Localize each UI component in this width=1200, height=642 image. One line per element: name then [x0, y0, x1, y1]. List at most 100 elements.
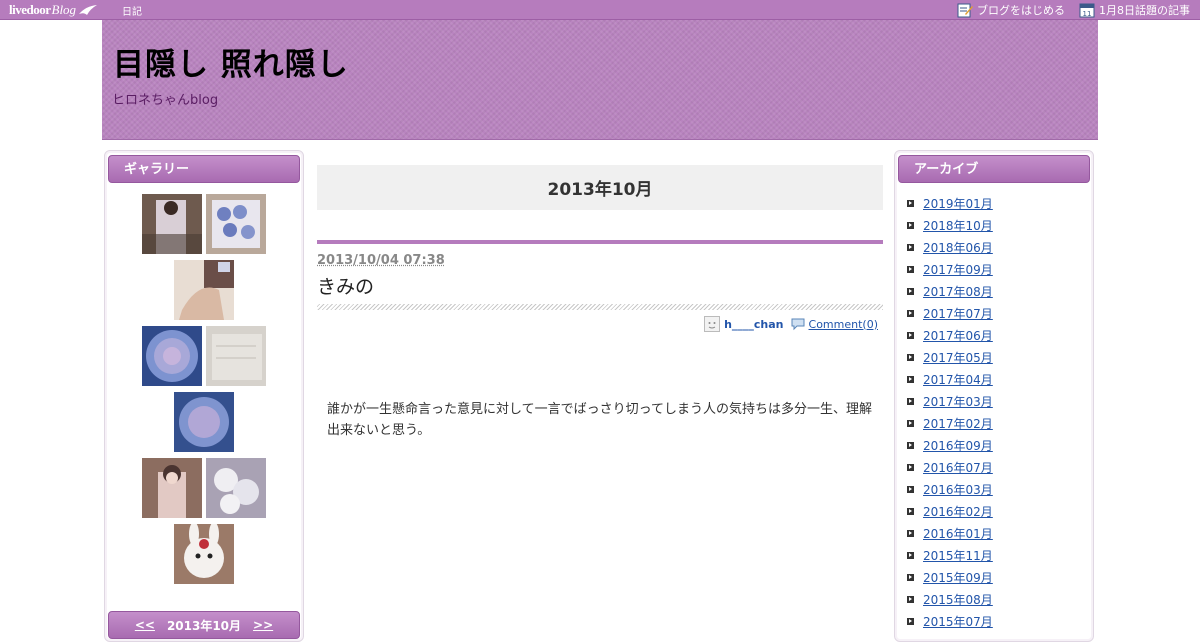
bullet-icon: [907, 397, 914, 405]
bullet-icon: [907, 529, 914, 537]
author-avatar-icon: [704, 316, 721, 332]
gallery-row: [172, 260, 236, 320]
gallery-row: [140, 194, 268, 254]
archive-item: 2015年09月: [907, 566, 993, 588]
bullet-icon: [907, 199, 914, 207]
bullet-icon: [907, 353, 914, 361]
gallery-thumbnail[interactable]: [206, 194, 266, 254]
gallery-thumbnail[interactable]: [206, 326, 266, 386]
bullet-icon: [907, 419, 914, 427]
month-heading: 2013年10月: [317, 165, 883, 210]
bullet-icon: [907, 595, 914, 603]
bullet-icon: [907, 441, 914, 449]
archive-item: 2017年05月: [907, 346, 993, 368]
gallery-row: [140, 326, 268, 386]
archive-item: 2017年07月: [907, 302, 993, 324]
bullet-icon: [907, 573, 914, 581]
gallery-row: [140, 458, 268, 518]
bullet-icon: [907, 309, 914, 317]
archive-link[interactable]: 2016年01月: [923, 525, 993, 542]
archive-link[interactable]: 2017年06月: [923, 327, 993, 344]
gallery-thumbnail[interactable]: [142, 326, 202, 386]
svg-text:11: 11: [1083, 10, 1092, 18]
livedoor-blog-logo[interactable]: livedoor Blog: [9, 1, 98, 18]
bullet-icon: [907, 463, 914, 471]
trending-articles-label: 1月8日話題の記事: [1099, 4, 1190, 17]
edit-icon: [957, 3, 973, 18]
archive-item: 2016年02月: [907, 500, 993, 522]
post-title[interactable]: きみの: [317, 272, 374, 299]
blog-header: 目隠し 照れ隠し ヒロネちゃんblog: [102, 20, 1098, 140]
comments-link[interactable]: Comment(0): [809, 318, 878, 331]
gallery-row: [172, 524, 236, 584]
archive-item: 2017年03月: [907, 390, 993, 412]
archive-link[interactable]: 2017年07月: [923, 305, 993, 322]
trending-articles-link[interactable]: 11 1月8日話題の記事: [1079, 2, 1190, 18]
archive-item: 2019年01月: [907, 192, 993, 214]
archive-link[interactable]: 2015年11月: [923, 547, 993, 564]
gallery-row: [172, 392, 236, 452]
start-blog-link[interactable]: ブログをはじめる: [957, 2, 1065, 18]
archive-link[interactable]: 2015年09月: [923, 569, 993, 586]
bird-icon: [79, 4, 98, 15]
archive-link[interactable]: 2017年05月: [923, 349, 993, 366]
archive-heading: アーカイブ: [898, 155, 1090, 183]
post-date-link[interactable]: 2013/10/04 07:38: [317, 253, 445, 268]
archive-link[interactable]: 2018年06月: [923, 239, 993, 256]
top-navigation-bar: livedoor Blog 日記 ブログをはじめる 11 1月8日話題の記事: [0, 0, 1200, 20]
archive-link[interactable]: 2017年08月: [923, 283, 993, 300]
gallery: [105, 194, 303, 590]
archive-item: 2017年02月: [907, 412, 993, 434]
post-divider: [317, 240, 883, 244]
post-title-separator: [317, 304, 883, 310]
archive-link[interactable]: 2017年02月: [923, 415, 993, 432]
bullet-icon: [907, 265, 914, 273]
archive-link[interactable]: 2016年03月: [923, 481, 993, 498]
archive-item: 2018年10月: [907, 214, 993, 236]
archive-link[interactable]: 2016年09月: [923, 437, 993, 454]
gallery-thumbnail[interactable]: [174, 524, 234, 584]
calendar-icon: 11: [1079, 3, 1095, 18]
top-right-links: ブログをはじめる 11 1月8日話題の記事: [943, 1, 1190, 19]
bullet-icon: [907, 507, 914, 515]
calendar-month: 2013年10月: [166, 618, 242, 633]
archive-link[interactable]: 2015年08月: [923, 591, 993, 608]
archive-item: 2016年07月: [907, 456, 993, 478]
bullet-icon: [907, 375, 914, 383]
left-sidebar: ギャラリー << 2013年10月 >>: [104, 150, 304, 642]
archive-link[interactable]: 2017年03月: [923, 393, 993, 410]
archive-link[interactable]: 2016年02月: [923, 503, 993, 520]
archive-item: 2016年03月: [907, 478, 993, 500]
archive-item: 2016年01月: [907, 522, 993, 544]
bullet-icon: [907, 221, 914, 229]
archive-link[interactable]: 2015年07月: [923, 613, 993, 630]
gallery-thumbnail[interactable]: [174, 260, 234, 320]
author-link[interactable]: h____chan: [724, 318, 783, 331]
gallery-thumbnail[interactable]: [206, 458, 266, 518]
post-body: 誰かが一生懸命言った意見に対して一言でばっさり切ってしまう人の気持ちは多分一生、…: [327, 402, 872, 438]
archive-link[interactable]: 2016年07月: [923, 459, 993, 476]
archive-link[interactable]: 2018年10月: [923, 217, 993, 234]
archive-item: 2018年06月: [907, 236, 993, 258]
archive-item: 2017年09月: [907, 258, 993, 280]
archive-list: 2019年01月 2018年10月 2018年06月 2017年09月 2017…: [907, 192, 993, 632]
right-sidebar: アーカイブ 2019年01月 2018年10月 2018年06月 2017年09…: [894, 150, 1094, 642]
gallery-thumbnail[interactable]: [174, 392, 234, 452]
gallery-thumbnail[interactable]: [142, 194, 202, 254]
archive-item: 2017年08月: [907, 280, 993, 302]
gallery-thumbnail[interactable]: [142, 458, 202, 518]
blog-title[interactable]: 目隠し 照れ隠し: [113, 39, 349, 84]
archive-item: 2015年07月: [907, 610, 993, 632]
diary-link[interactable]: 日記: [122, 3, 142, 18]
archive-link[interactable]: 2019年01月: [923, 195, 993, 212]
bullet-icon: [907, 485, 914, 493]
bullet-icon: [907, 243, 914, 251]
archive-item: 2016年09月: [907, 434, 993, 456]
bullet-icon: [907, 551, 914, 559]
calendar-navigation: << 2013年10月 >>: [108, 611, 300, 639]
archive-link[interactable]: 2017年09月: [923, 261, 993, 278]
archive-link[interactable]: 2017年04月: [923, 371, 993, 388]
comment-icon: [791, 318, 805, 331]
post-meta: h____chan Comment(0): [704, 316, 878, 332]
blog-subtitle: ヒロネちゃんblog: [112, 93, 219, 108]
